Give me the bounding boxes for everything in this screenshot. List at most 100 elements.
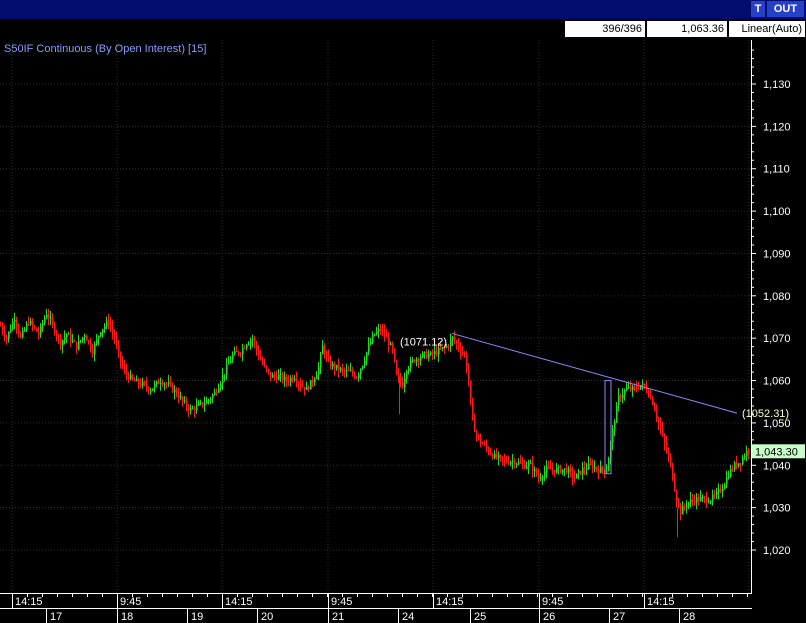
up-candle-body bbox=[686, 505, 688, 507]
down-candle-body bbox=[2, 325, 4, 332]
down-candle-body bbox=[170, 382, 172, 384]
down-candle-body bbox=[16, 320, 18, 327]
down-candle-body bbox=[418, 358, 420, 361]
up-candle-body bbox=[372, 335, 374, 343]
up-candle-body bbox=[78, 341, 80, 350]
down-candle-body bbox=[456, 340, 458, 344]
down-candle-body bbox=[478, 434, 480, 439]
up-candle-body bbox=[72, 340, 74, 342]
down-candle-body bbox=[736, 462, 738, 467]
up-candle-body bbox=[746, 450, 748, 457]
up-candle-body bbox=[428, 354, 430, 359]
up-candle-body bbox=[368, 344, 370, 353]
down-candle-body bbox=[584, 467, 586, 470]
down-candle-body bbox=[274, 374, 276, 377]
up-candle-body bbox=[712, 494, 714, 502]
down-candle-body bbox=[18, 326, 20, 334]
down-candle-body bbox=[522, 463, 524, 465]
up-candle-body bbox=[164, 383, 166, 385]
up-candle-body bbox=[22, 330, 24, 338]
up-candle-body bbox=[556, 467, 558, 473]
up-candle-body bbox=[420, 357, 422, 361]
up-candle-body bbox=[526, 466, 528, 469]
down-candle-body bbox=[56, 332, 58, 336]
down-candle-body bbox=[668, 451, 670, 457]
up-candle-body bbox=[66, 334, 68, 338]
down-candle-body bbox=[532, 462, 534, 472]
down-candle-body bbox=[596, 467, 598, 470]
up-candle-body bbox=[14, 320, 16, 322]
down-candle-body bbox=[706, 497, 708, 503]
up-candle-body bbox=[318, 367, 320, 375]
down-candle-body bbox=[262, 359, 264, 364]
down-candle-body bbox=[460, 348, 462, 353]
up-candle-body bbox=[722, 489, 724, 492]
up-candle-body bbox=[408, 368, 410, 372]
down-candle-body bbox=[0, 325, 2, 327]
up-candle-body bbox=[100, 332, 102, 336]
down-candle-body bbox=[464, 352, 466, 355]
down-candle-body bbox=[254, 338, 256, 343]
down-candle-body bbox=[634, 386, 636, 388]
up-candle-body bbox=[358, 374, 360, 379]
up-candle-body bbox=[214, 392, 216, 395]
up-candle-body bbox=[534, 469, 536, 472]
down-candle-body bbox=[326, 354, 328, 357]
down-candle-body bbox=[70, 333, 72, 342]
down-candle-body bbox=[680, 504, 682, 515]
down-candle-body bbox=[472, 398, 474, 420]
up-candle-body bbox=[494, 453, 496, 458]
down-candle-body bbox=[470, 380, 472, 399]
up-candle-body bbox=[340, 368, 342, 371]
up-candle-body bbox=[690, 499, 692, 503]
up-candle-body bbox=[206, 400, 208, 404]
down-candle-body bbox=[216, 392, 218, 394]
down-candle-body bbox=[630, 387, 632, 390]
up-candle-body bbox=[530, 462, 532, 464]
down-candle-body bbox=[720, 489, 722, 492]
x-date-label: 17 bbox=[50, 611, 62, 623]
up-candle-body bbox=[728, 476, 730, 478]
up-candle-body bbox=[518, 462, 520, 464]
up-candle-body bbox=[452, 336, 454, 340]
up-candle-body bbox=[26, 323, 28, 330]
down-candle-body bbox=[658, 417, 660, 423]
up-candle-body bbox=[578, 470, 580, 474]
up-candle-body bbox=[366, 352, 368, 361]
down-candle-body bbox=[354, 373, 356, 378]
down-candle-body bbox=[4, 331, 6, 337]
down-candle-body bbox=[292, 377, 294, 381]
up-candle-body bbox=[208, 399, 210, 401]
down-candle-body bbox=[144, 382, 146, 384]
up-candle-body bbox=[232, 354, 234, 361]
up-candle-body bbox=[246, 344, 248, 349]
down-candle-body bbox=[76, 341, 78, 350]
up-candle-body bbox=[696, 497, 698, 503]
down-candle-body bbox=[638, 388, 640, 390]
down-candle-body bbox=[132, 375, 134, 380]
down-candle-body bbox=[466, 354, 468, 371]
down-candle-body bbox=[74, 340, 76, 342]
down-candle-body bbox=[490, 452, 492, 455]
up-candle-body bbox=[198, 403, 200, 406]
down-candle-body bbox=[382, 330, 384, 332]
down-candle-body bbox=[480, 438, 482, 444]
down-candle-body bbox=[684, 506, 686, 508]
down-candle-body bbox=[236, 351, 238, 353]
down-candle-body bbox=[426, 351, 428, 359]
up-candle-body bbox=[568, 468, 570, 473]
trendline bbox=[451, 332, 738, 414]
down-candle-body bbox=[92, 349, 94, 355]
up-candle-body bbox=[616, 405, 618, 423]
up-candle-body bbox=[558, 466, 560, 468]
x-date-label: 28 bbox=[683, 611, 695, 623]
down-candle-body bbox=[560, 466, 562, 473]
down-candle-body bbox=[176, 389, 178, 395]
up-candle-body bbox=[82, 337, 84, 341]
up-candle-body bbox=[716, 492, 718, 495]
down-candle-body bbox=[714, 494, 716, 496]
up-candle-body bbox=[80, 340, 82, 342]
down-candle-body bbox=[566, 468, 568, 473]
up-candle-body bbox=[624, 390, 626, 395]
down-candle-body bbox=[476, 431, 478, 435]
